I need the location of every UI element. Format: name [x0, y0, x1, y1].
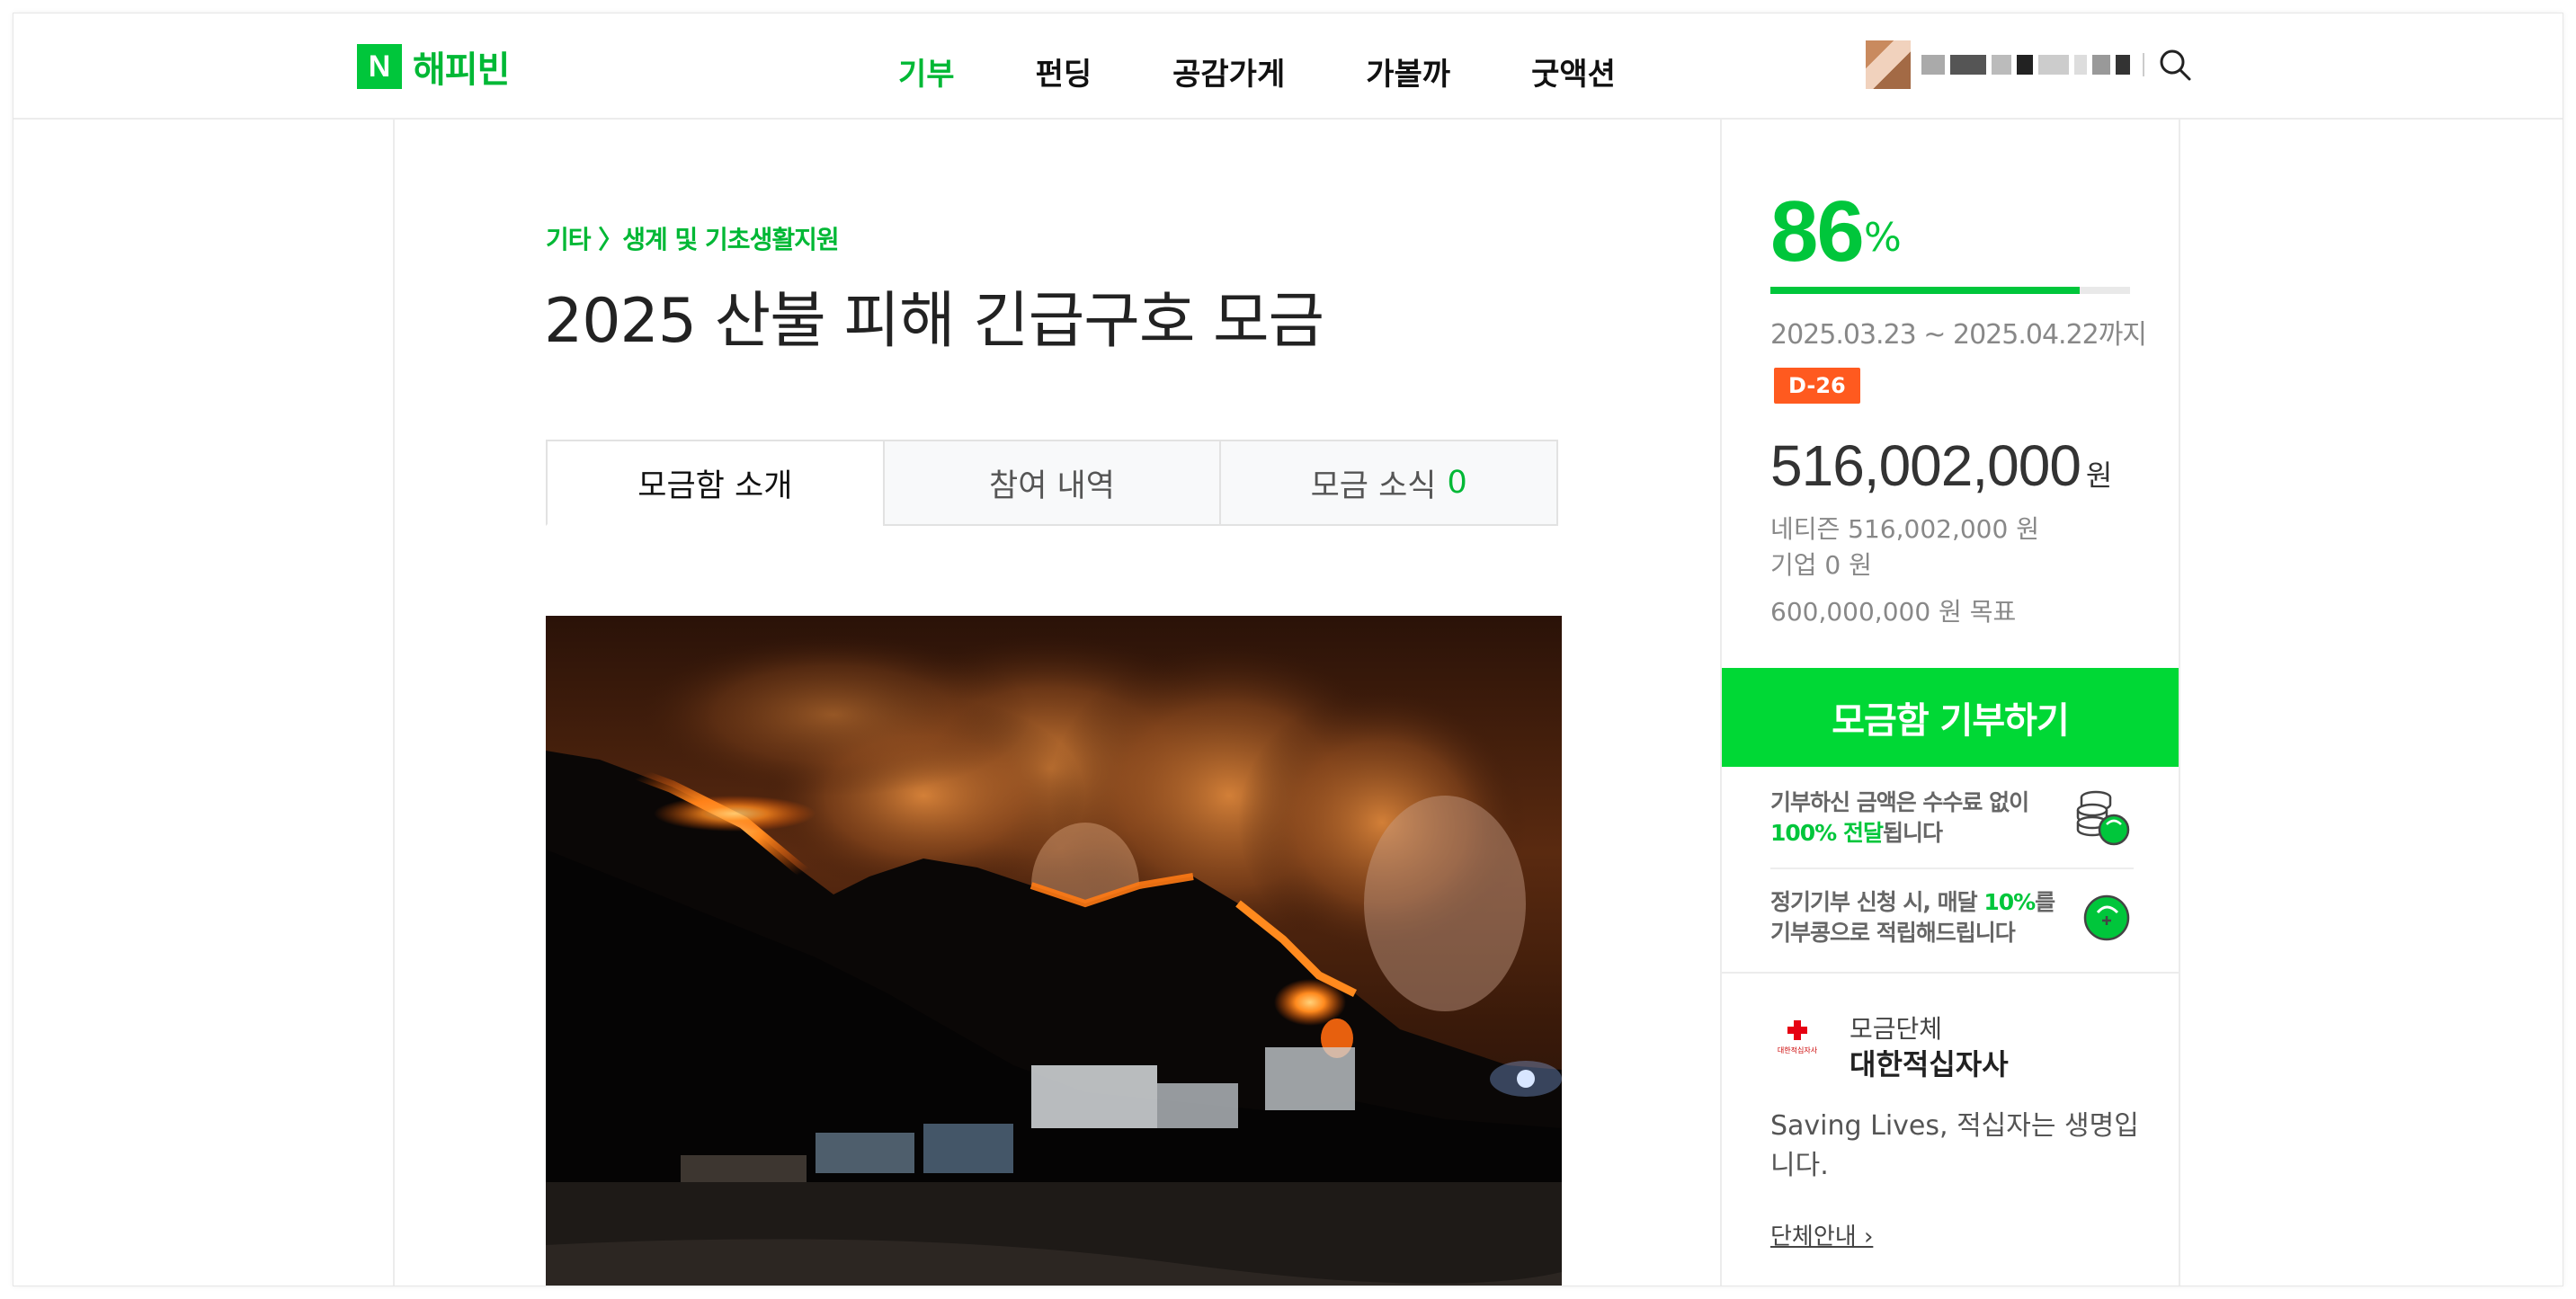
nav-visit[interactable]: 가볼까: [1366, 49, 1450, 93]
main-nav: 기부 펀딩 공감가게 가볼까 굿액션: [898, 49, 1697, 93]
campaign-tabs: 모금함 소개 참여 내역 모금 소식 0: [546, 440, 1559, 526]
raised-amount-value: 516,002,000: [1770, 433, 2081, 498]
regular-donation-line2: 기부콩으로 적립해드립니다: [1770, 920, 2016, 946]
redacted-user-name: [1921, 55, 2130, 75]
search-icon[interactable]: [2157, 47, 2193, 83]
regular-donation-line1-a: 정기기부 신청 시, 매달: [1770, 889, 1984, 915]
logo-text: 해피빈: [413, 49, 510, 91]
header-divider: [2143, 53, 2144, 76]
regular-donation-text: 정기기부 신청 시, 매달 10%를 기부콩으로 적립해드립니다: [1770, 887, 2055, 948]
company-amount: 기업 0 원: [1770, 550, 1872, 580]
nav-store[interactable]: 공감가게: [1172, 49, 1285, 93]
fee-free-info: 기부하신 금액은 수수료 없이 100% 전달됩니다: [1770, 785, 2134, 851]
fee-free-highlight: 100% 전달: [1770, 820, 1884, 846]
raised-amount: 516,002,000 원: [1770, 432, 2112, 499]
organization-label: 모금단체: [1850, 1014, 1943, 1044]
regular-donation-info: 정기기부 신청 시, 매달 10%를 기부콩으로 적립해드립니다: [1770, 887, 2134, 948]
donate-button[interactable]: 모금함 기부하기: [1722, 668, 2179, 767]
goal-amount: 600,000,000 원 목표: [1770, 597, 2017, 627]
browser-page: N 해피빈 기부 펀딩 공감가게 가볼까 굿액션 기타 〉생계 및 기초생활지원…: [13, 13, 2563, 1286]
red-cross-logo: 대한적십자사: [1770, 1010, 1824, 1063]
user-profile[interactable]: [1866, 40, 2193, 89]
wildfire-photo: [546, 616, 1562, 1286]
tab-participants-label: 참여 내역: [989, 467, 1115, 504]
wildfire-illustration: [546, 616, 1562, 1286]
campaign-period: 2025.03.23 ~ 2025.04.22까지: [1770, 319, 2147, 351]
section-divider: [1722, 972, 2179, 974]
page-title: 2025 산불 피해 긴급구호 모금: [544, 286, 1324, 357]
dday-badge: D-26: [1774, 368, 1860, 404]
organization-description: Saving Lives, 적십자는 생명입니다.: [1770, 1110, 2139, 1181]
happybean-logo[interactable]: N 해피빈: [357, 40, 510, 93]
progress-percent: 86: [1770, 183, 1865, 280]
netizen-amount: 네티즌 516,002,000 원: [1770, 514, 2039, 544]
tab-intro[interactable]: 모금함 소개: [546, 440, 885, 526]
nav-donate[interactable]: 기부: [898, 49, 955, 93]
tab-news-label: 모금 소식: [1310, 467, 1437, 504]
organization-name: 대한적십자사: [1850, 1047, 2009, 1081]
nav-funding[interactable]: 펀딩: [1036, 49, 1092, 93]
progress-bar-fill: [1770, 287, 2080, 294]
progress-percent-unit: %: [1864, 215, 1902, 261]
raised-amount-unit: 원: [2085, 459, 2112, 492]
fee-free-line1: 기부하신 금액은 수수료 없이: [1770, 789, 2029, 815]
fee-free-text: 기부하신 금액은 수수료 없이 100% 전달됩니다: [1770, 787, 2029, 849]
nav-good-action[interactable]: 굿액션: [1531, 49, 1616, 93]
red-cross-icon: [1787, 1019, 1807, 1040]
donation-summary: 86 % 2025.03.23 ~ 2025.04.22까지 D-26 516,…: [1722, 120, 2180, 1286]
campaign-main: 기타 〉생계 및 기초생활지원 2025 산불 피해 긴급구호 모금 모금함 소…: [393, 120, 1722, 1286]
progress-bar: [1770, 287, 2130, 294]
top-header: N 해피빈 기부 펀딩 공감가게 가볼까 굿액션: [13, 13, 2563, 120]
info-divider: [1770, 867, 2134, 869]
avatar[interactable]: [1866, 40, 1911, 89]
fee-free-line2-rest: 됩니다: [1882, 820, 1943, 846]
red-cross-logo-caption: 대한적십자사: [1777, 1045, 1818, 1054]
naver-n-icon: N: [357, 44, 402, 89]
bean-icon: [2080, 889, 2134, 947]
coins-icon: [2071, 785, 2134, 851]
regular-donation-line1: 정기기부 신청 시, 매달 10%를: [1770, 887, 2055, 918]
tab-participants[interactable]: 참여 내역: [882, 440, 1222, 526]
tab-news[interactable]: 모금 소식 0: [1219, 440, 1559, 526]
breadcrumb[interactable]: 기타 〉생계 및 기초생활지원: [546, 220, 840, 256]
organization-info-link[interactable]: 단체안내 ›: [1770, 1218, 1873, 1251]
regular-donation-line1-b: 를: [2035, 889, 2055, 915]
tab-news-count: 0: [1447, 465, 1467, 501]
fee-free-line2: 100% 전달됩니다: [1770, 818, 2028, 849]
tab-intro-label: 모금함 소개: [637, 467, 793, 504]
regular-donation-highlight: 10%: [1983, 889, 2036, 915]
